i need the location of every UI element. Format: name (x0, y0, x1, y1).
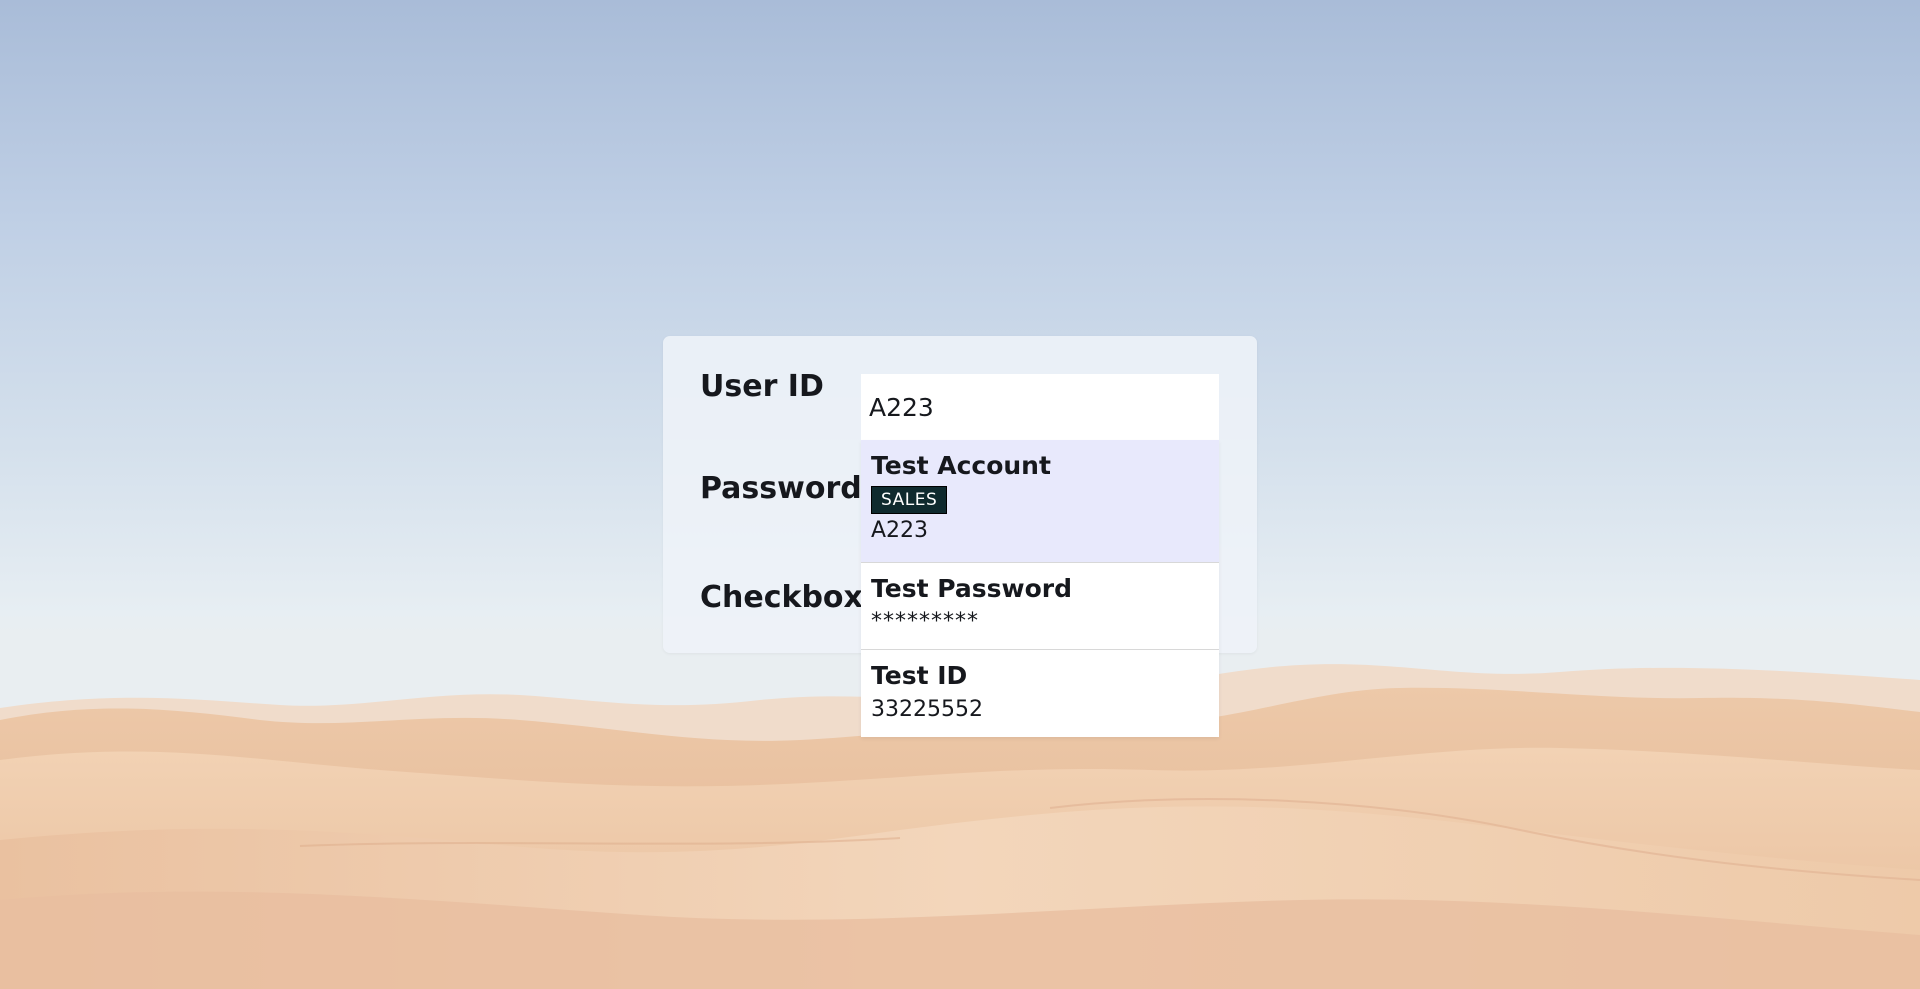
option-title: Test Account (871, 451, 1051, 480)
autocomplete-option-test-id[interactable]: Test ID 33225552 (861, 650, 1219, 737)
autocomplete-dropdown: Test Account SALES A223 Test Password **… (861, 440, 1219, 737)
checkbox-label: Checkbox (700, 580, 863, 615)
option-value: 33225552 (871, 697, 983, 722)
user-id-input[interactable] (861, 374, 1219, 440)
option-title: Test Password (871, 574, 1073, 603)
sales-tag-badge: SALES (871, 486, 948, 514)
user-id-label: User ID (700, 369, 824, 404)
option-value-masked: ********* (871, 609, 979, 634)
password-label: Password (700, 471, 862, 506)
option-value: A223 (871, 518, 929, 543)
autocomplete-option-test-account[interactable]: Test Account SALES A223 (861, 440, 1219, 563)
autocomplete-option-test-password[interactable]: Test Password ********* (861, 563, 1219, 650)
option-title: Test ID (871, 661, 968, 690)
